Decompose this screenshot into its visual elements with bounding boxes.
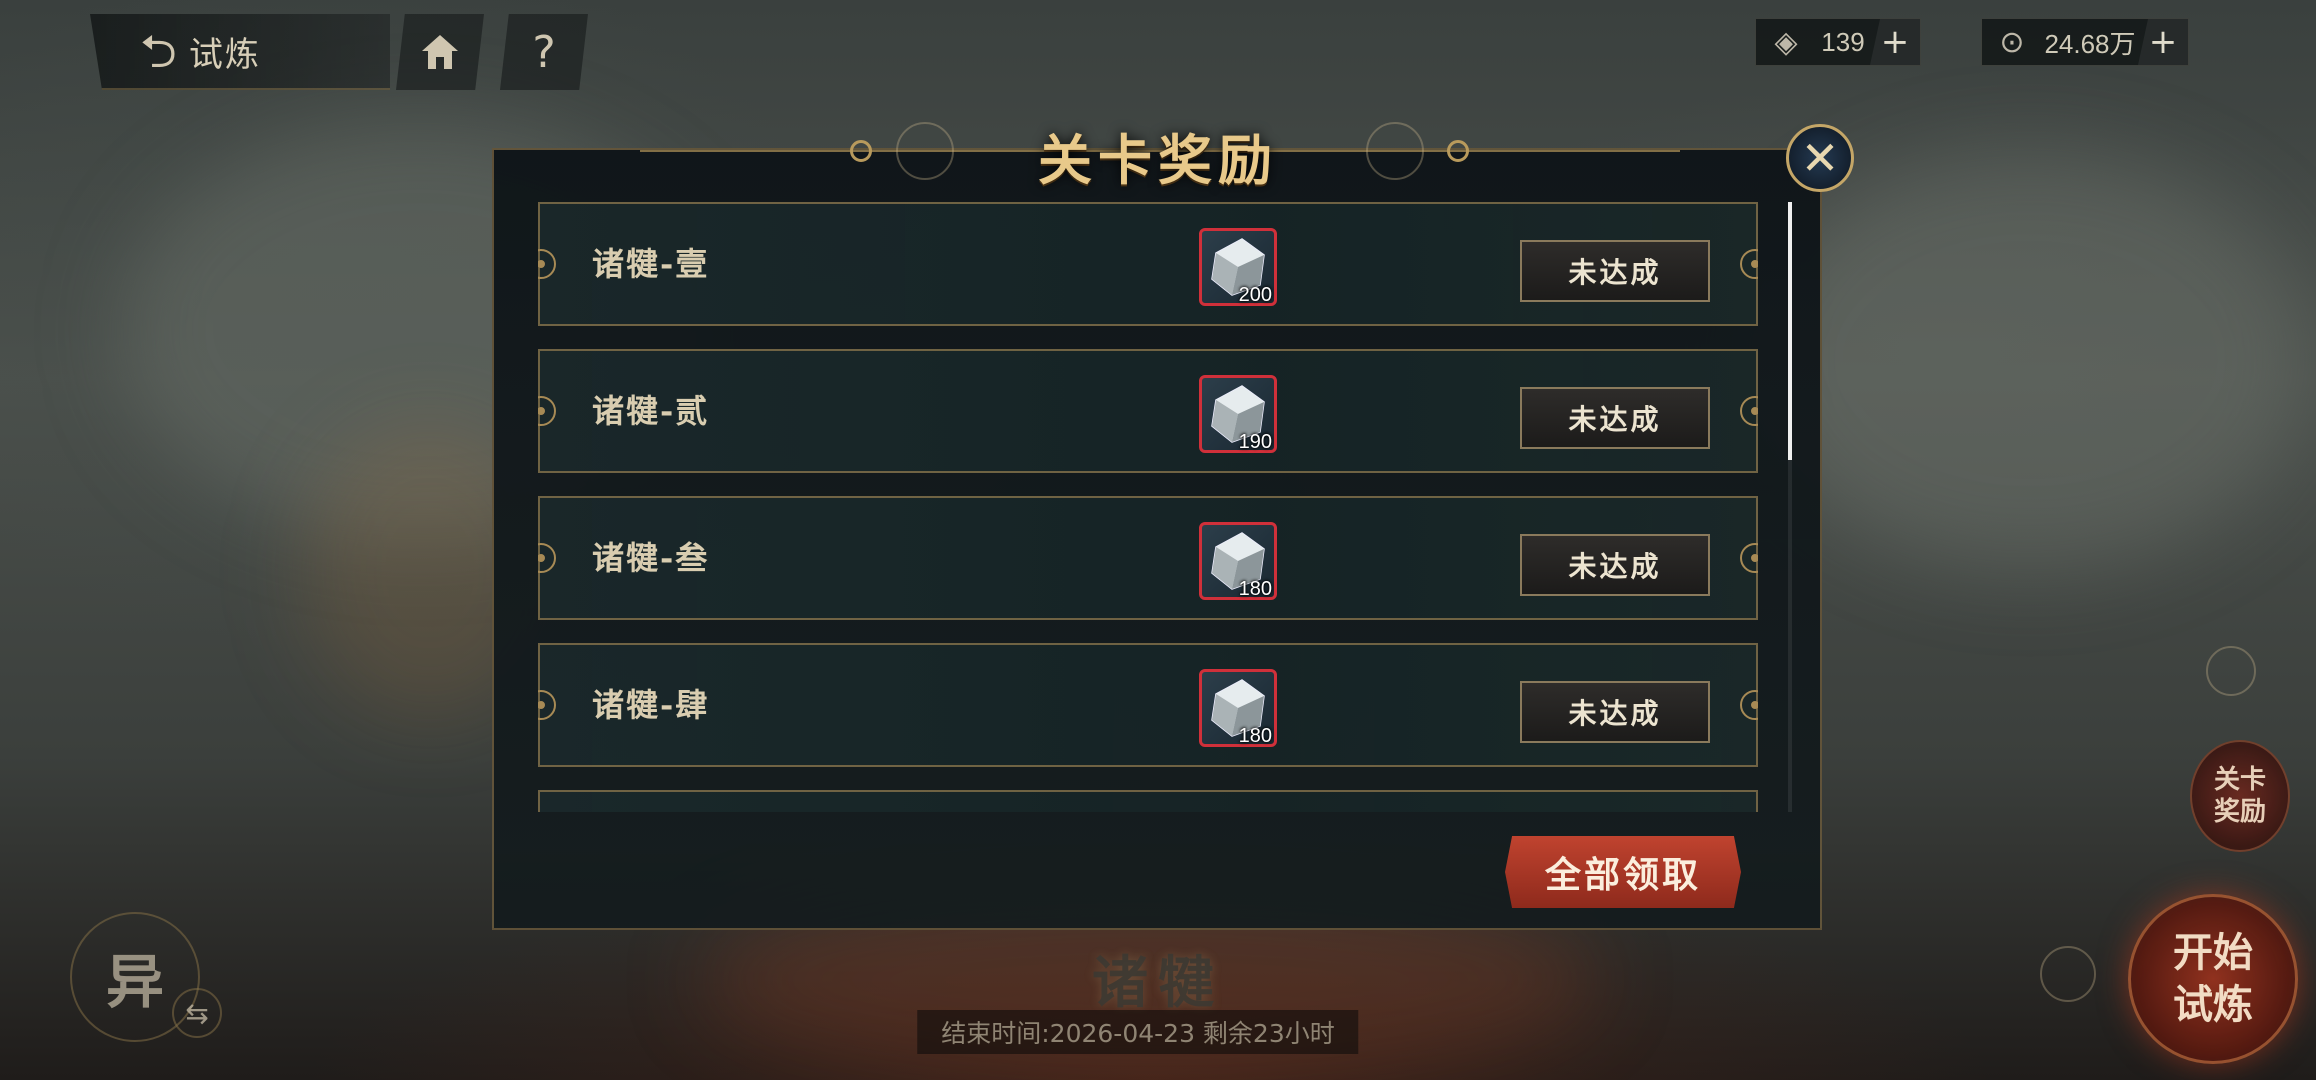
claim-status-button[interactable]: 未达成 (1520, 240, 1710, 302)
row-stage-name: 诸犍-肆 (592, 686, 710, 724)
reward-row: 诸犍-叁 180 未达成 (538, 496, 1758, 620)
coin-icon: ⊙ (1999, 24, 2025, 60)
claim-all-button[interactable]: 全部领取 (1505, 836, 1741, 908)
end-time-label: 结束时间:2026-04-23 剩余23小时 (917, 1010, 1359, 1054)
add-coin-button[interactable]: + (2138, 19, 2188, 65)
swap-icon[interactable]: ⇆ (172, 988, 222, 1038)
claim-status-button[interactable]: 未达成 (1520, 681, 1710, 743)
start-label-line2: 试炼 (2173, 981, 2253, 1028)
reward-count: 180 (1238, 725, 1272, 747)
row-ornament (1740, 543, 1758, 573)
dialog-title: 关卡奖励 (1038, 128, 1278, 192)
back-label: 试炼 (188, 34, 261, 75)
decor-ring (2206, 646, 2256, 696)
background-fog (1750, 150, 2310, 570)
list-scrollbar[interactable] (1788, 202, 1792, 812)
back-button[interactable]: ⮌ 试炼 (90, 14, 390, 90)
start-trial-button[interactable]: 开始 试炼 (2128, 894, 2298, 1064)
reward-item[interactable]: 180 (1199, 669, 1277, 747)
reward-row: 诸犍-贰 190 未达成 (538, 349, 1758, 473)
close-button[interactable]: ✕ (1786, 124, 1854, 192)
row-ornament (538, 396, 556, 426)
reward-list[interactable]: 诸犍-壹 200 未达成 诸犍-贰 190 未达成 诸犍-叁 180 未达成 诸… (538, 202, 1758, 812)
row-ornament (538, 249, 556, 279)
help-icon: ? (532, 26, 556, 78)
stage-name: 诸犍 (1092, 950, 1224, 1016)
row-stage-name: 诸犍-贰 (592, 392, 710, 430)
row-ornament (1740, 249, 1758, 279)
home-button[interactable] (396, 14, 484, 90)
back-arrow-icon: ⮌ (140, 24, 177, 78)
row-ornament (1740, 396, 1758, 426)
stage-reward-label-line2: 奖励 (2213, 797, 2266, 827)
gem-icon: ◈ (1774, 24, 1798, 60)
coin-count: 24.68万 (2044, 28, 2136, 59)
add-gem-button[interactable]: + (1870, 19, 1920, 65)
title-ornament (896, 122, 954, 180)
scrollbar-thumb[interactable] (1788, 202, 1792, 460)
decor-ring (2040, 946, 2096, 1002)
row-stage-name: 诸犍-壹 (592, 245, 710, 283)
reward-item[interactable]: 180 (1199, 522, 1277, 600)
reward-item[interactable]: 190 (1199, 375, 1277, 453)
alt-mode-label: 异 (105, 948, 164, 1016)
coin-currency: ⊙ 24.68万 + (1981, 18, 2189, 66)
gem-currency: ◈ 139 + (1755, 18, 1921, 66)
help-button[interactable]: ? (500, 14, 588, 90)
start-label-line1: 开始 (2173, 929, 2253, 976)
reward-row-partial (538, 790, 1758, 812)
reward-count: 200 (1238, 284, 1272, 306)
home-icon (422, 35, 458, 69)
reward-row: 诸犍-壹 200 未达成 (538, 202, 1758, 326)
claim-status-button[interactable]: 未达成 (1520, 534, 1710, 596)
claim-status-button[interactable]: 未达成 (1520, 387, 1710, 449)
reward-item[interactable]: 200 (1199, 228, 1277, 306)
title-ornament (1447, 140, 1469, 162)
reward-count: 190 (1238, 431, 1272, 453)
title-ornament (1366, 122, 1424, 180)
stage-reward-button[interactable]: 关卡 奖励 (2190, 740, 2290, 852)
gem-count: 139 (1821, 26, 1865, 57)
reward-count: 180 (1238, 578, 1272, 600)
title-ornament (850, 140, 872, 162)
row-ornament (538, 543, 556, 573)
row-ornament (1740, 690, 1758, 720)
reward-row: 诸犍-肆 180 未达成 (538, 643, 1758, 767)
row-stage-name: 诸犍-叁 (592, 539, 710, 577)
stage-reward-label-line1: 关卡 (2213, 764, 2266, 795)
row-ornament (538, 690, 556, 720)
